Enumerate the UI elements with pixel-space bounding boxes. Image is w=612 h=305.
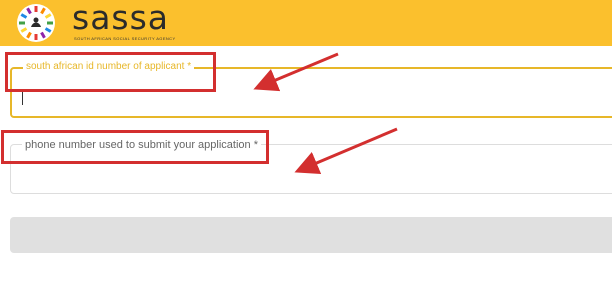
text-caret [22,91,23,105]
phone-number-input[interactable] [21,161,585,187]
site-header: sassa SOUTH AFRICAN SOCIAL SECURITY AGEN… [0,0,612,46]
sassa-logo-icon[interactable] [17,4,55,42]
brand-name: sassa [72,0,170,37]
id-field-label-highlight [5,52,216,92]
phone-field-label-highlight [1,130,269,164]
brand-tagline: SOUTH AFRICAN SOCIAL SECURITY AGENCY [74,36,176,41]
submit-button[interactable] [10,217,612,253]
